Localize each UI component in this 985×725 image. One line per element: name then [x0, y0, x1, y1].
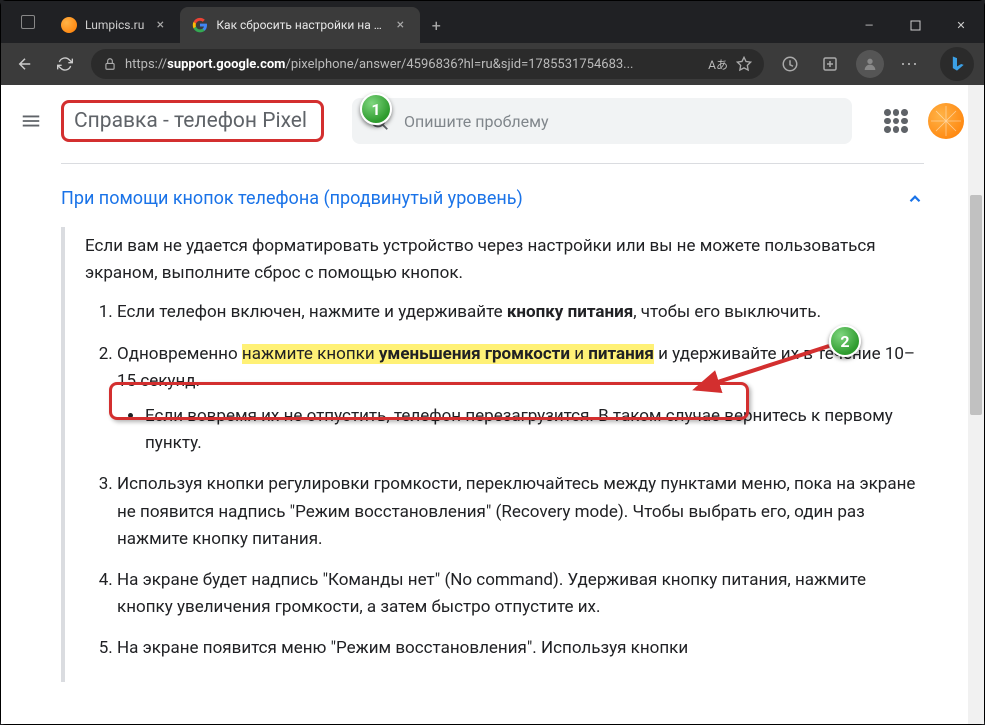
- google-apps-button[interactable]: [884, 109, 908, 133]
- close-window-button[interactable]: ✕: [938, 7, 984, 43]
- article-body: Если вам не удается форматировать устрой…: [61, 227, 924, 682]
- step-5: На экране появится меню "Режим восстанов…: [117, 635, 924, 662]
- collections-icon[interactable]: [816, 50, 844, 78]
- lock-icon: [103, 57, 117, 71]
- address-bar: https://support.google.com/pixelphone/an…: [1, 43, 984, 85]
- reader-mode-icon[interactable]: Aあ: [708, 56, 728, 73]
- window-controls: — ✕: [846, 7, 984, 43]
- refresh-button[interactable]: [51, 50, 79, 78]
- url-input[interactable]: https://support.google.com/pixelphone/an…: [91, 49, 764, 79]
- accordion-header[interactable]: При помощи кнопок телефона (продвинутый …: [61, 176, 924, 227]
- tab-overview-icon[interactable]: [21, 15, 35, 29]
- more-icon[interactable]: ⋯: [896, 50, 924, 78]
- minimize-button[interactable]: —: [846, 7, 892, 43]
- back-button[interactable]: [11, 50, 39, 78]
- chevron-up-icon: [906, 190, 924, 208]
- search-placeholder: Опишите проблему: [404, 112, 549, 131]
- callout-marker-1: 1: [360, 93, 392, 125]
- scrollbar-thumb[interactable]: [970, 195, 982, 415]
- tab-strip: Lumpics.ru × Как сбросить настройки на т…: [49, 7, 846, 43]
- new-tab-button[interactable]: +: [420, 7, 452, 43]
- favicon-orange-icon: [61, 17, 77, 33]
- favicon-google-icon: [192, 17, 208, 33]
- url-text: https://support.google.com/pixelphone/an…: [125, 57, 700, 72]
- menu-button[interactable]: [9, 99, 53, 143]
- profile-button[interactable]: [856, 50, 884, 78]
- article-intro: Если вам не удается форматировать устрой…: [85, 233, 924, 287]
- page-content: Справка - телефон Pixel Опишите проблему…: [1, 85, 984, 724]
- maximize-button[interactable]: [892, 7, 938, 43]
- help-header: Справка - телефон Pixel Опишите проблему: [1, 85, 984, 157]
- close-icon[interactable]: ×: [392, 17, 408, 33]
- callout-marker-2: 2: [829, 325, 861, 357]
- scrollbar[interactable]: [968, 85, 984, 724]
- extensions-icon[interactable]: [776, 50, 804, 78]
- accordion-title: При помощи кнопок телефона (продвинутый …: [61, 188, 523, 209]
- account-avatar[interactable]: [928, 103, 964, 139]
- article-content: При помощи кнопок телефона (продвинутый …: [1, 163, 984, 682]
- step-3: Используя кнопки регулировки громкости, …: [117, 471, 924, 553]
- page-title: Справка - телефон Pixel: [74, 109, 307, 133]
- step-4: На экране будет надпись "Команды нет" (N…: [117, 567, 924, 621]
- step-1: Если телефон включен, нажмите и удержива…: [117, 299, 924, 326]
- tab-title: Как сбросить настройки на теле: [216, 18, 384, 32]
- star-icon[interactable]: [736, 56, 752, 72]
- page-title-highlight: Справка - телефон Pixel: [61, 100, 324, 142]
- tab-google-support[interactable]: Как сбросить настройки на теле ×: [180, 7, 420, 43]
- step-2-sub: Если вовремя их не отпустить, телефон пе…: [145, 403, 924, 457]
- bing-chat-button[interactable]: [940, 47, 974, 81]
- help-search-input[interactable]: Опишите проблему: [352, 98, 852, 144]
- close-icon[interactable]: ×: [152, 17, 168, 33]
- tab-lumpics[interactable]: Lumpics.ru ×: [49, 7, 180, 43]
- tab-title: Lumpics.ru: [85, 18, 144, 32]
- step-2: Одновременно нажмите кнопки уменьшения г…: [117, 341, 924, 458]
- browser-titlebar: Lumpics.ru × Как сбросить настройки на т…: [1, 1, 984, 43]
